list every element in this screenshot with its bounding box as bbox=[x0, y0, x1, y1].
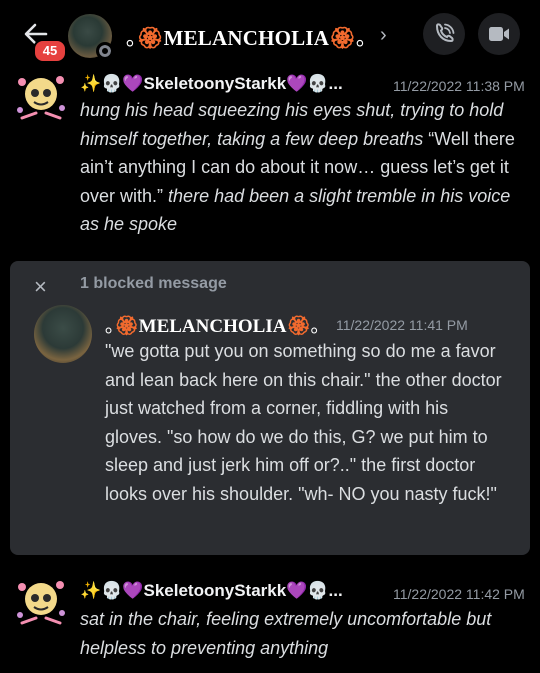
timestamp: 11/22/2022 11:42 PM bbox=[393, 586, 525, 602]
unread-badge: 45 bbox=[33, 39, 67, 63]
flower-icon: 🏵 bbox=[329, 26, 356, 50]
chevron-right-icon[interactable]: › bbox=[380, 24, 387, 47]
timestamp: 11/22/2022 11:41 PM bbox=[336, 317, 468, 333]
flower-icon: 🏵 bbox=[136, 26, 164, 50]
username[interactable]: ✨💀💜SkeletoonyStarkk💜💀... bbox=[80, 581, 343, 601]
message-text: sat in the chair, feeling extremely unco… bbox=[80, 609, 497, 658]
channel-name: MELANCHOLIA bbox=[163, 26, 330, 50]
chat-header: 45 ｡🏵MELANCHOLIA🏵｡ › bbox=[0, 0, 540, 68]
message-text: hung his head squeezing his eyes shut, t… bbox=[80, 100, 520, 234]
message-text: "we gotta put you on something so do me … bbox=[105, 341, 502, 504]
message-item[interactable]: ✨💀💜SkeletoonyStarkk💜💀... 11/22/2022 11:4… bbox=[0, 573, 540, 673]
video-call-button[interactable] bbox=[478, 13, 520, 55]
close-icon[interactable]: × bbox=[34, 274, 47, 300]
channel-avatar[interactable] bbox=[68, 14, 114, 60]
status-indicator bbox=[96, 42, 114, 60]
channel-title[interactable]: ｡🏵MELANCHOLIA🏵｡ bbox=[126, 22, 367, 52]
flower-icon: 🏵 bbox=[114, 315, 139, 337]
timestamp: 11/22/2022 11:38 PM bbox=[393, 78, 525, 94]
blocked-label[interactable]: 1 blocked message bbox=[80, 275, 227, 293]
username[interactable]: ｡🏵MELANCHOLIA🏵｡ bbox=[105, 311, 320, 338]
flower-icon: 🏵 bbox=[286, 315, 311, 337]
message-item[interactable]: ✨💀💜SkeletoonyStarkk💜💀... 11/22/2022 11:3… bbox=[0, 68, 540, 248]
phone-icon bbox=[435, 23, 455, 43]
username[interactable]: ✨💀💜SkeletoonyStarkk💜💀... bbox=[80, 74, 343, 94]
blocked-messages-card: × 1 blocked message ｡🏵MELANCHOLIA🏵｡ 11/2… bbox=[10, 261, 530, 555]
user-avatar[interactable] bbox=[12, 68, 70, 126]
call-button[interactable] bbox=[423, 13, 465, 55]
user-avatar[interactable] bbox=[12, 573, 70, 631]
user-avatar[interactable] bbox=[34, 305, 92, 363]
video-camera-icon bbox=[489, 27, 509, 41]
